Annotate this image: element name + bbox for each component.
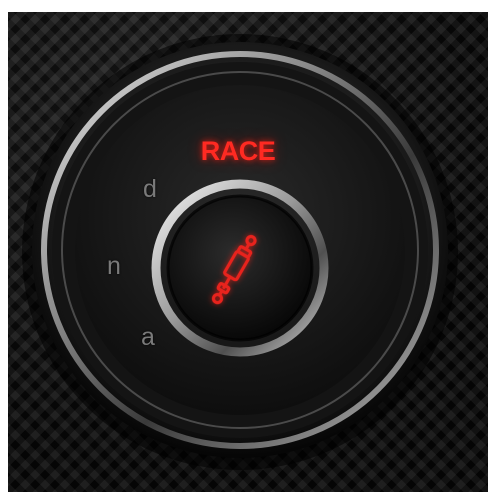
selector-position-d[interactable]: d [143,175,157,204]
selector-position-n[interactable]: n [107,252,121,281]
shock-absorber-icon [211,234,257,305]
selector-position-a[interactable]: a [141,323,155,352]
carbon-fiber-panel: RACE d n a [8,12,488,492]
mode-indicator: RACE [200,136,276,166]
